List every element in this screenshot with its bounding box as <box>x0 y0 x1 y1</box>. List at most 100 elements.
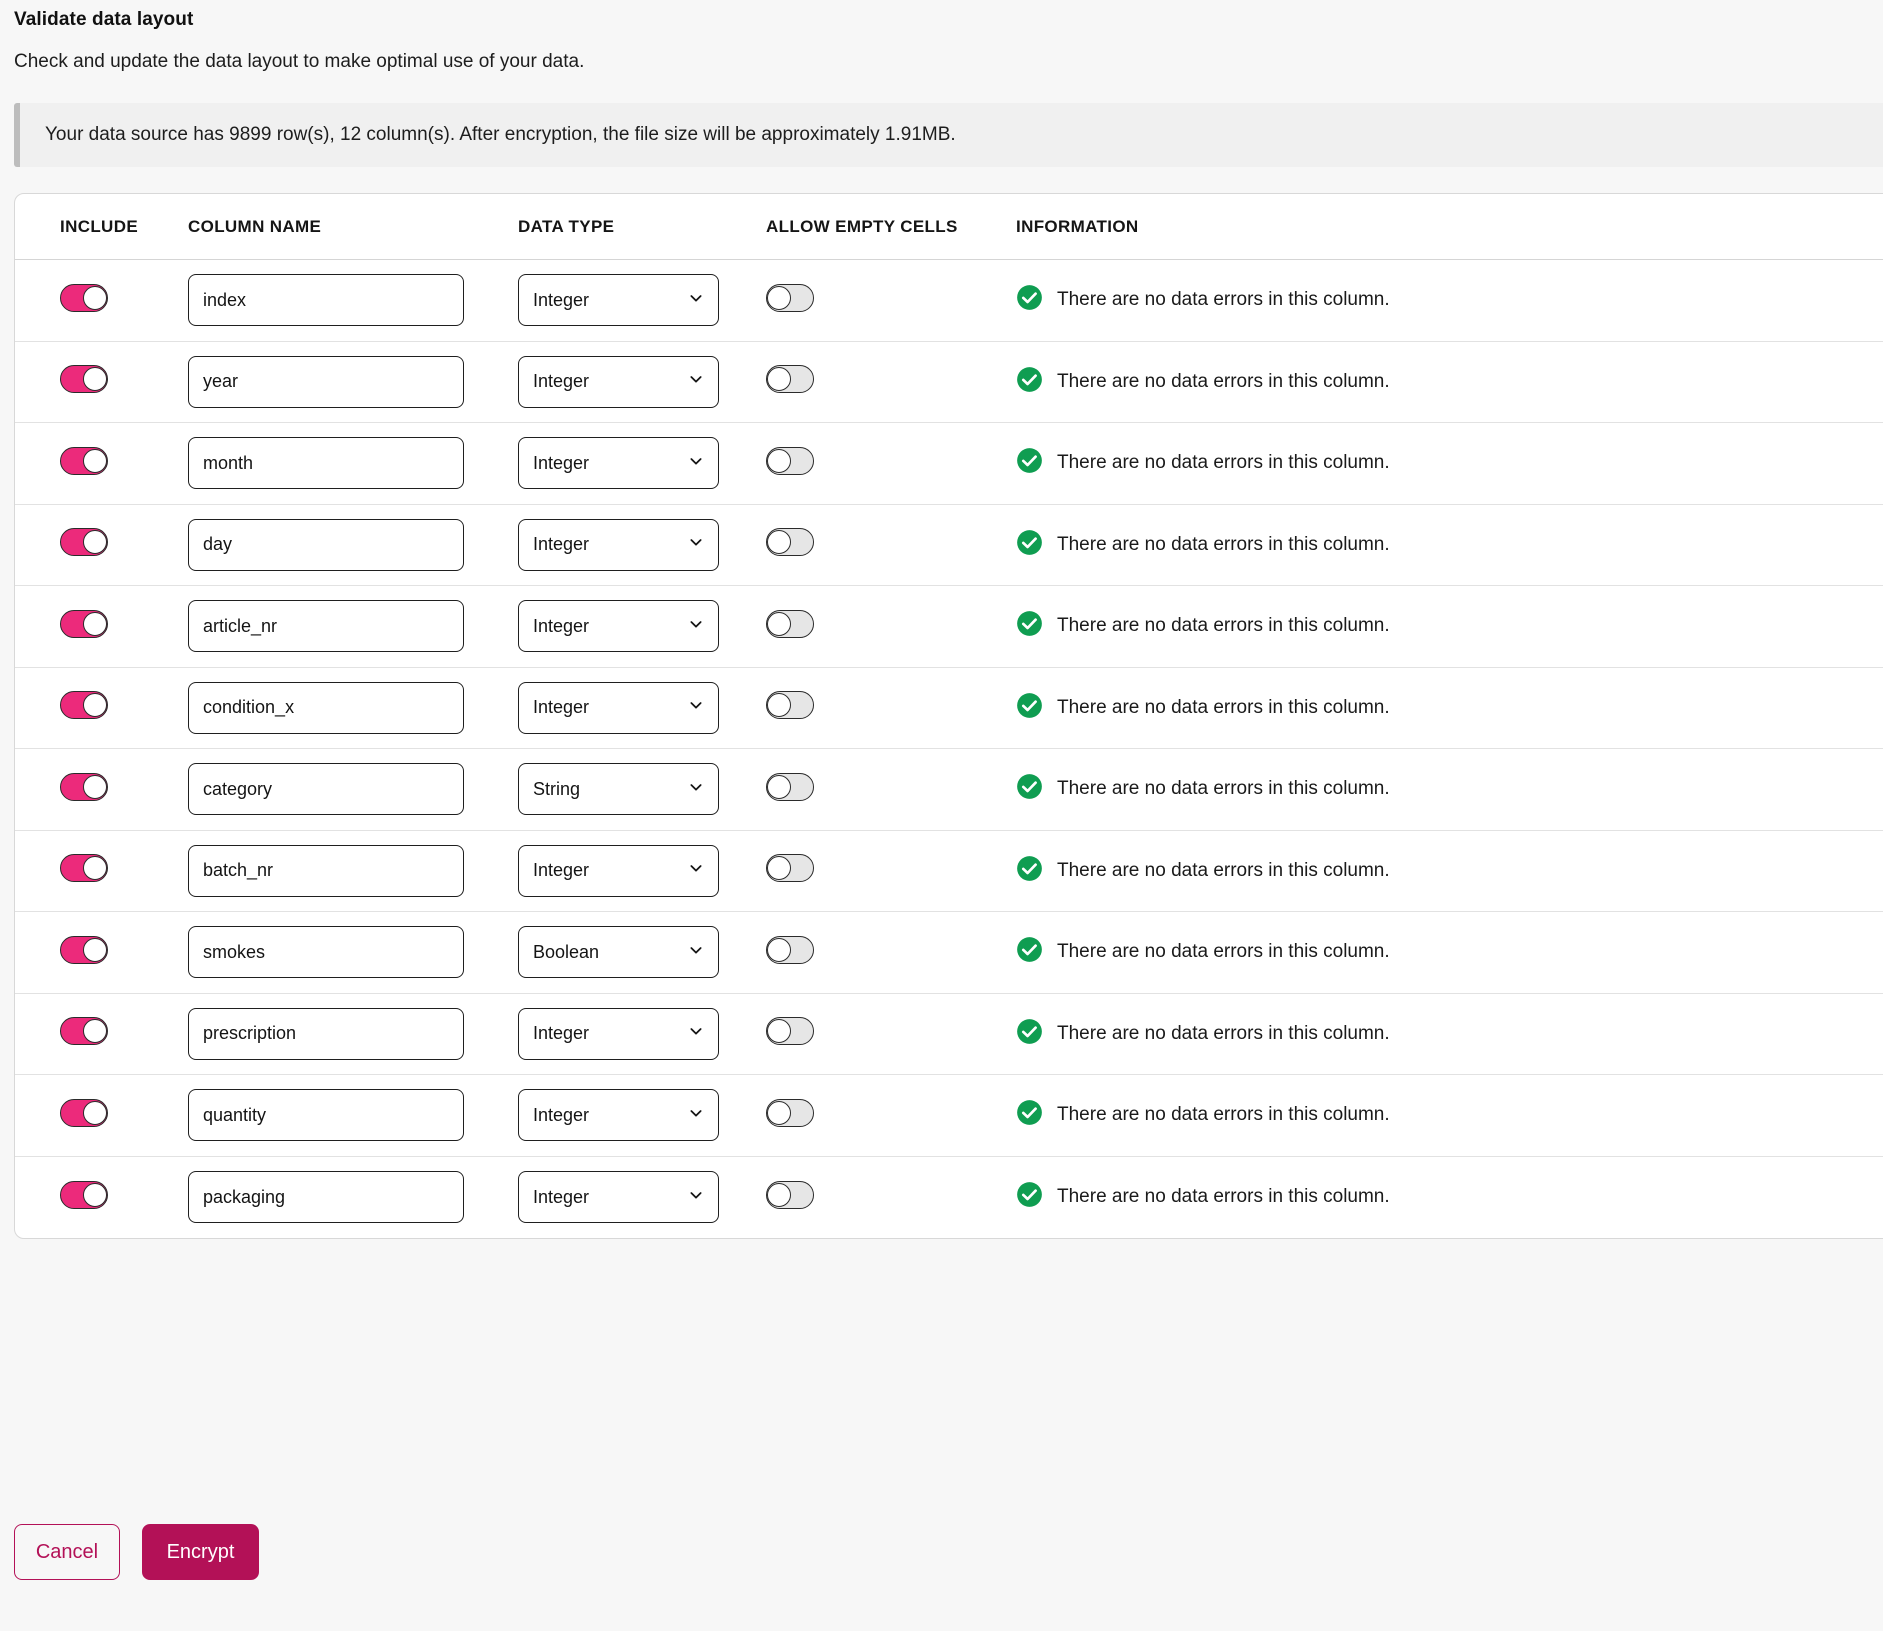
allow-empty-cell <box>766 528 1012 561</box>
header-allow-empty-cells: ALLOW EMPTY CELLS <box>766 217 1012 237</box>
include-cell <box>15 1181 178 1214</box>
data-type-select[interactable]: String <box>518 763 719 815</box>
data-type-cell: Integer <box>508 600 766 652</box>
table-row: IntegerThere are no data errors in this … <box>15 831 1883 913</box>
chevron-down-icon <box>688 371 704 392</box>
allow-empty-toggle[interactable] <box>766 610 814 638</box>
allow-empty-toggle[interactable] <box>766 1099 814 1127</box>
include-cell <box>15 1099 178 1132</box>
chevron-down-icon <box>688 290 704 311</box>
information-cell: There are no data errors in this column. <box>1012 936 1883 968</box>
column-name-cell <box>178 1089 508 1141</box>
column-name-input[interactable] <box>188 845 464 897</box>
data-type-select[interactable]: Integer <box>518 1171 719 1223</box>
include-toggle[interactable] <box>60 691 108 719</box>
data-type-select[interactable]: Integer <box>518 600 719 652</box>
column-name-cell <box>178 437 508 489</box>
include-cell <box>15 528 178 561</box>
column-name-cell <box>178 1008 508 1060</box>
allow-empty-toggle[interactable] <box>766 1181 814 1209</box>
chevron-down-icon <box>688 534 704 555</box>
allow-empty-toggle[interactable] <box>766 936 814 964</box>
column-name-input[interactable] <box>188 356 464 408</box>
column-name-input[interactable] <box>188 1089 464 1141</box>
include-toggle[interactable] <box>60 1099 108 1127</box>
information-cell: There are no data errors in this column. <box>1012 447 1883 479</box>
allow-empty-toggle[interactable] <box>766 773 814 801</box>
data-type-value: Integer <box>533 616 589 637</box>
check-circle-icon <box>1016 1099 1043 1131</box>
include-cell <box>15 284 178 317</box>
chevron-down-icon <box>688 1105 704 1126</box>
column-name-input[interactable] <box>188 682 464 734</box>
column-name-input[interactable] <box>188 519 464 571</box>
data-type-value: Integer <box>533 290 589 311</box>
toggle-knob <box>83 286 107 310</box>
toggle-knob <box>767 367 791 391</box>
allow-empty-toggle[interactable] <box>766 365 814 393</box>
include-toggle[interactable] <box>60 447 108 475</box>
information-text: There are no data errors in this column. <box>1057 289 1390 311</box>
data-type-cell: Integer <box>508 519 766 571</box>
include-toggle[interactable] <box>60 1017 108 1045</box>
table-row: IntegerThere are no data errors in this … <box>15 505 1883 587</box>
toggle-knob <box>83 612 107 636</box>
toggle-knob <box>767 1019 791 1043</box>
data-type-cell: Integer <box>508 1171 766 1223</box>
table-row: IntegerThere are no data errors in this … <box>15 342 1883 424</box>
check-circle-icon <box>1016 447 1043 479</box>
include-toggle[interactable] <box>60 528 108 556</box>
information-text: There are no data errors in this column. <box>1057 697 1390 719</box>
column-name-input[interactable] <box>188 600 464 652</box>
include-toggle[interactable] <box>60 854 108 882</box>
data-type-value: Integer <box>533 371 589 392</box>
allow-empty-cell <box>766 1099 1012 1132</box>
column-name-input[interactable] <box>188 763 464 815</box>
allow-empty-cell <box>766 691 1012 724</box>
chevron-down-icon <box>688 1187 704 1208</box>
information-text: There are no data errors in this column. <box>1057 615 1390 637</box>
column-name-input[interactable] <box>188 926 464 978</box>
data-type-select[interactable]: Boolean <box>518 926 719 978</box>
column-name-input[interactable] <box>188 1171 464 1223</box>
allow-empty-toggle[interactable] <box>766 528 814 556</box>
column-name-input[interactable] <box>188 1008 464 1060</box>
encrypt-button[interactable]: Encrypt <box>142 1524 259 1580</box>
include-toggle[interactable] <box>60 1181 108 1209</box>
data-type-select[interactable]: Integer <box>518 845 719 897</box>
include-toggle[interactable] <box>60 610 108 638</box>
data-type-value: String <box>533 779 580 800</box>
column-name-input[interactable] <box>188 274 464 326</box>
include-toggle[interactable] <box>60 365 108 393</box>
data-type-select[interactable]: Integer <box>518 1008 719 1060</box>
check-circle-icon <box>1016 284 1043 316</box>
column-name-cell <box>178 519 508 571</box>
allow-empty-toggle[interactable] <box>766 691 814 719</box>
data-type-select[interactable]: Integer <box>518 682 719 734</box>
data-type-select[interactable]: Integer <box>518 356 719 408</box>
column-name-input[interactable] <box>188 437 464 489</box>
check-circle-icon <box>1016 692 1043 724</box>
check-circle-icon <box>1016 1018 1043 1050</box>
include-toggle[interactable] <box>60 936 108 964</box>
allow-empty-toggle[interactable] <box>766 447 814 475</box>
data-type-select[interactable]: Integer <box>518 274 719 326</box>
include-toggle[interactable] <box>60 284 108 312</box>
include-toggle[interactable] <box>60 773 108 801</box>
header-include: INCLUDE <box>15 217 178 237</box>
allow-empty-toggle[interactable] <box>766 854 814 882</box>
data-type-select[interactable]: Integer <box>518 1089 719 1141</box>
data-type-cell: Integer <box>508 845 766 897</box>
data-type-select[interactable]: Integer <box>518 437 719 489</box>
data-type-cell: Boolean <box>508 926 766 978</box>
check-circle-icon <box>1016 1181 1043 1213</box>
data-type-select[interactable]: Integer <box>518 519 719 571</box>
column-name-cell <box>178 1171 508 1223</box>
cancel-button[interactable]: Cancel <box>14 1524 120 1580</box>
allow-empty-toggle[interactable] <box>766 1017 814 1045</box>
toggle-knob <box>83 1019 107 1043</box>
chevron-down-icon <box>688 942 704 963</box>
allow-empty-toggle[interactable] <box>766 284 814 312</box>
data-type-cell: Integer <box>508 437 766 489</box>
header-column-name: COLUMN NAME <box>178 217 508 237</box>
